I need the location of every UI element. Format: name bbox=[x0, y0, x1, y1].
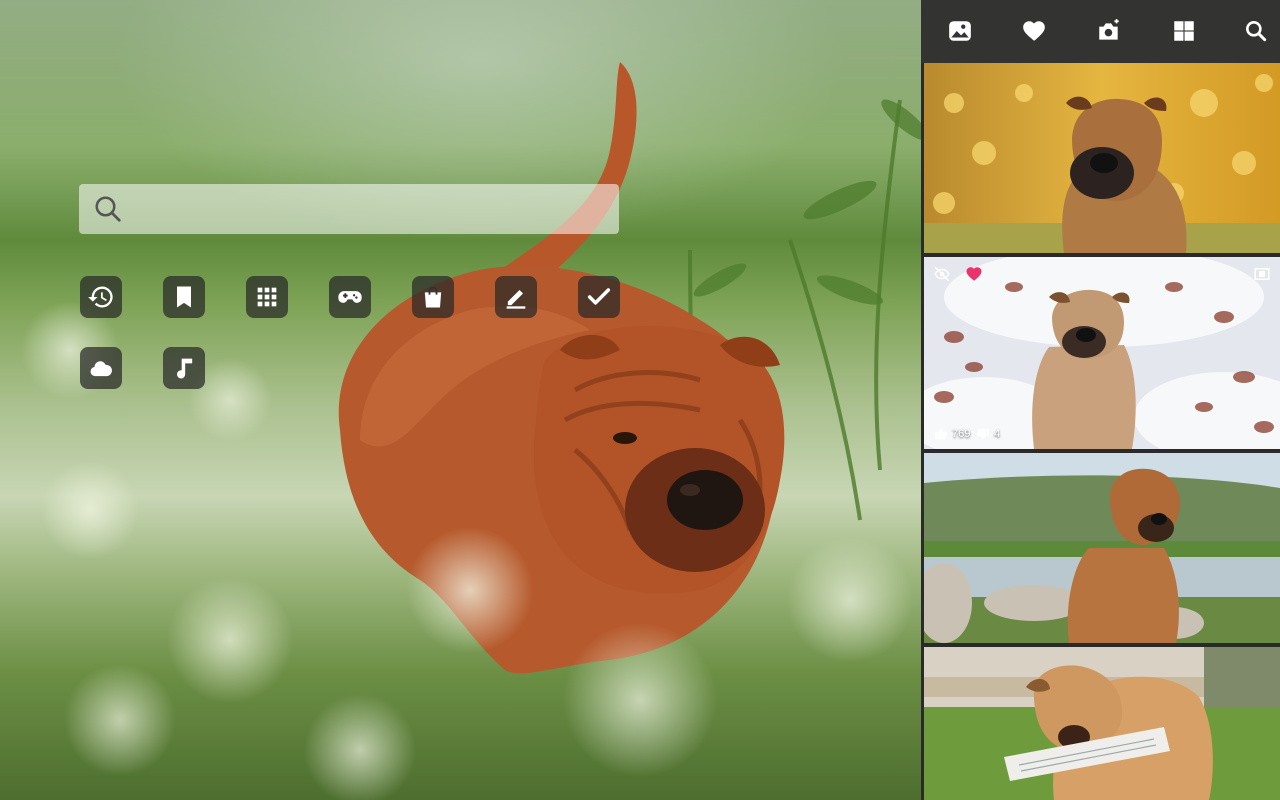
set-wallpaper-button[interactable] bbox=[1252, 264, 1272, 284]
flowers-foreground bbox=[0, 400, 921, 800]
image-gallery-icon bbox=[949, 21, 971, 41]
search-icon bbox=[1246, 21, 1267, 42]
shopping-bag-icon bbox=[424, 286, 442, 308]
heart-icon bbox=[1023, 21, 1045, 41]
apps-shortcut-button[interactable] bbox=[246, 276, 288, 318]
history-shortcut-button[interactable] bbox=[80, 276, 122, 318]
gallery-thumbnail[interactable] bbox=[924, 647, 1280, 800]
search-bar[interactable] bbox=[79, 183, 619, 235]
hide-button[interactable] bbox=[932, 264, 952, 284]
pencil-icon bbox=[506, 290, 526, 309]
apps-grid-icon bbox=[257, 287, 277, 307]
shar-pei-puppy-newspaper-thumbnail bbox=[924, 647, 1280, 800]
gamepad-icon bbox=[338, 291, 362, 303]
music-note-icon bbox=[177, 358, 193, 379]
sidebar-toolbar bbox=[921, 0, 1280, 63]
likes-stat: 769 bbox=[934, 427, 970, 441]
wallpaper-frame-icon bbox=[1254, 268, 1270, 280]
gallery-thumbnail-favorited[interactable]: 769 4 bbox=[924, 257, 1280, 449]
shar-pei-autumn-thumbnail bbox=[924, 63, 1280, 253]
tasks-shortcut-button[interactable] bbox=[578, 276, 620, 318]
shar-pei-snow-thumbnail bbox=[924, 257, 1280, 449]
music-shortcut-button[interactable] bbox=[163, 347, 205, 389]
add-photo-button[interactable] bbox=[1094, 16, 1124, 46]
gallery-search-button[interactable] bbox=[1241, 16, 1271, 46]
bookmarks-shortcut-button[interactable] bbox=[163, 276, 205, 318]
notes-shortcut-button[interactable] bbox=[495, 276, 537, 318]
thumbs-up-icon bbox=[935, 428, 947, 440]
favorite-toggle-button[interactable] bbox=[964, 264, 984, 284]
wallpaper-sidebar: 769 4 bbox=[921, 0, 1280, 800]
checkmark-icon bbox=[587, 288, 611, 305]
dislikes-stat: 4 bbox=[976, 427, 1000, 441]
grid-view-button[interactable] bbox=[1169, 16, 1199, 46]
bookmark-icon bbox=[177, 286, 191, 308]
shar-pei-lake-thumbnail bbox=[924, 453, 1280, 643]
cloud-icon bbox=[90, 361, 112, 377]
favorites-button[interactable] bbox=[1019, 16, 1049, 46]
grid-view-icon bbox=[1174, 21, 1194, 41]
search-input[interactable] bbox=[123, 183, 619, 235]
gallery-thumbnail[interactable] bbox=[924, 453, 1280, 643]
history-icon bbox=[88, 286, 113, 308]
weather-shortcut-button[interactable] bbox=[80, 347, 122, 389]
dislikes-count: 4 bbox=[994, 428, 1001, 440]
eye-off-icon bbox=[934, 266, 950, 282]
search-icon bbox=[95, 196, 121, 222]
wallpaper-gallery-button[interactable] bbox=[945, 16, 975, 46]
likes-count: 769 bbox=[952, 428, 971, 440]
heart-filled-icon bbox=[966, 267, 982, 281]
gallery-thumbnail[interactable] bbox=[924, 63, 1280, 253]
wallpaper-background bbox=[0, 0, 921, 800]
thumbs-down-icon bbox=[977, 428, 989, 440]
camera-add-icon bbox=[1099, 19, 1119, 40]
games-shortcut-button[interactable] bbox=[329, 276, 371, 318]
shopping-shortcut-button[interactable] bbox=[412, 276, 454, 318]
